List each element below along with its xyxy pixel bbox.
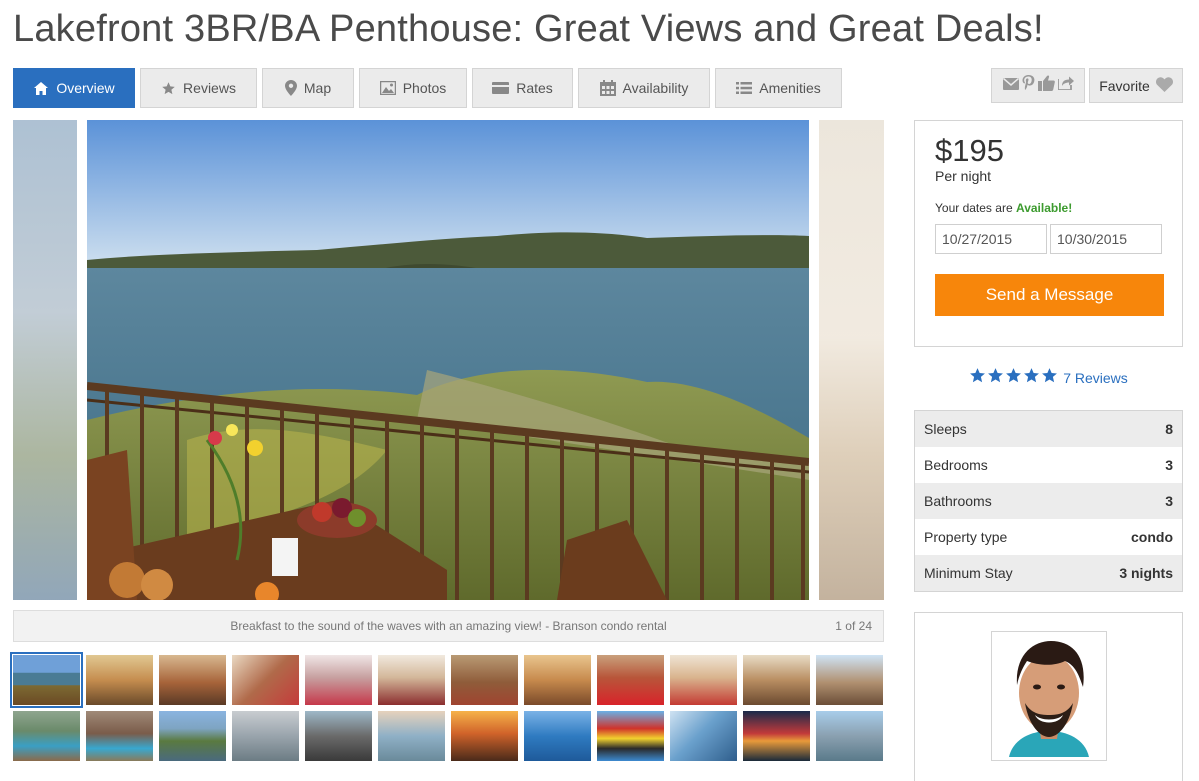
tab-rates[interactable]: Rates (472, 68, 573, 108)
email-icon[interactable] (1002, 77, 1019, 95)
main-photo[interactable] (87, 120, 809, 600)
tab-reviews[interactable]: Reviews (140, 68, 257, 108)
reviews-link[interactable]: 7 Reviews (1063, 370, 1128, 386)
thumbnail[interactable] (597, 711, 664, 761)
thumbnail[interactable] (159, 655, 226, 705)
tab-label: Rates (516, 80, 553, 96)
tab-label: Availability (622, 80, 689, 96)
thumbnail[interactable] (743, 655, 810, 705)
spec-label: Minimum Stay (924, 565, 1013, 581)
host-panel (914, 612, 1183, 781)
thumbnail[interactable] (13, 711, 80, 761)
thumbnail[interactable] (816, 655, 883, 705)
tab-label: Overview (56, 80, 115, 96)
map-pin-icon (284, 80, 297, 96)
like-icon[interactable] (1037, 75, 1055, 96)
spec-value: condo (1131, 529, 1173, 545)
tab-label: Photos (402, 80, 447, 96)
thumbnail[interactable] (159, 711, 226, 761)
star-icon (161, 81, 176, 96)
thumbnail[interactable] (86, 655, 153, 705)
send-message-button[interactable]: Send a Message (935, 274, 1164, 316)
home-icon (33, 81, 49, 96)
tab-overview[interactable]: Overview (13, 68, 135, 108)
pinterest-icon[interactable] (1022, 75, 1035, 96)
spec-label: Bathrooms (924, 493, 992, 509)
spec-value: 8 (1165, 421, 1173, 437)
booking-panel: $195 Per night Your dates are Available!… (914, 120, 1183, 347)
star-icon (1041, 367, 1058, 389)
share-icon[interactable] (1056, 76, 1074, 95)
tab-map[interactable]: Map (262, 68, 354, 108)
photo-caption-bar: Breakfast to the sound of the waves with… (13, 610, 884, 642)
tab-amenities[interactable]: Amenities (715, 68, 842, 108)
nightly-price: $195 (935, 133, 1004, 168)
thumbnail[interactable] (10, 652, 83, 708)
thumbnail[interactable] (670, 711, 737, 761)
thumbnail[interactable] (524, 655, 591, 705)
thumbnail[interactable] (305, 711, 372, 761)
tab-availability[interactable]: Availability (578, 68, 710, 108)
list-icon (736, 81, 753, 95)
thumbnail[interactable] (597, 655, 664, 705)
availability-prefix: Your dates are (935, 201, 1013, 215)
thumbnail[interactable] (378, 655, 445, 705)
calendar-icon (599, 80, 616, 96)
spec-row-bedrooms: Bedrooms 3 (915, 447, 1182, 483)
thumbnail[interactable] (305, 655, 372, 705)
photo-icon (379, 81, 396, 95)
tab-bar: Overview Reviews Map Photos Rates Availa… (13, 68, 847, 108)
photo-gallery (13, 120, 884, 600)
previous-photo[interactable] (13, 120, 77, 600)
spec-value: 3 (1165, 457, 1173, 473)
thumbnail[interactable] (524, 711, 591, 761)
heart-icon (1155, 76, 1173, 95)
thumbnail[interactable] (378, 711, 445, 761)
photo-caption: Breakfast to the sound of the waves with… (230, 619, 667, 633)
spec-row-sleeps: Sleeps 8 (915, 411, 1182, 447)
thumbnail[interactable] (232, 711, 299, 761)
availability-status: Available! (1015, 201, 1073, 215)
spec-label: Bedrooms (924, 457, 988, 473)
tab-label: Map (303, 80, 332, 96)
thumbnail[interactable] (232, 655, 299, 705)
spec-value: 3 (1165, 493, 1173, 509)
checkout-date-input[interactable] (1050, 224, 1162, 254)
spec-row-minimum-stay: Minimum Stay 3 nights (915, 555, 1182, 591)
favorite-button[interactable]: Favorite (1089, 68, 1183, 103)
checkin-date-input[interactable] (935, 224, 1047, 254)
tab-label: Reviews (183, 80, 236, 96)
availability-message: Your dates are Available! (935, 201, 1072, 215)
thumbnail[interactable] (670, 655, 737, 705)
page-title: Lakefront 3BR/BA Penthouse: Great Views … (13, 8, 1044, 50)
thumbnail[interactable] (816, 711, 883, 761)
star-icon (987, 367, 1004, 389)
spec-row-property-type: Property type condo (915, 519, 1182, 555)
thumbnail[interactable] (743, 711, 810, 761)
star-icon (969, 367, 986, 389)
next-photo[interactable] (819, 120, 884, 600)
spec-row-bathrooms: Bathrooms 3 (915, 483, 1182, 519)
property-specs: Sleeps 8 Bedrooms 3 Bathrooms 3 Property… (914, 410, 1183, 592)
tab-label: Amenities (759, 80, 821, 96)
share-button-group[interactable] (991, 68, 1085, 103)
rating-summary: 7 Reviews (914, 367, 1183, 389)
thumbnail[interactable] (451, 711, 518, 761)
thumbnail[interactable] (451, 655, 518, 705)
spec-value: 3 nights (1119, 565, 1173, 581)
star-icon (1005, 367, 1022, 389)
photo-counter: 1 of 24 (835, 619, 872, 633)
spec-label: Sleeps (924, 421, 967, 437)
avatar[interactable] (991, 631, 1107, 761)
favorite-label: Favorite (1099, 77, 1150, 94)
star-rating (969, 367, 1058, 389)
thumbnail[interactable] (86, 711, 153, 761)
tab-photos[interactable]: Photos (359, 68, 467, 108)
spec-label: Property type (924, 529, 1008, 545)
price-unit: Per night (935, 168, 992, 184)
star-icon (1023, 367, 1040, 389)
thumbnail-strip (10, 652, 884, 761)
credit-card-icon (492, 82, 510, 94)
